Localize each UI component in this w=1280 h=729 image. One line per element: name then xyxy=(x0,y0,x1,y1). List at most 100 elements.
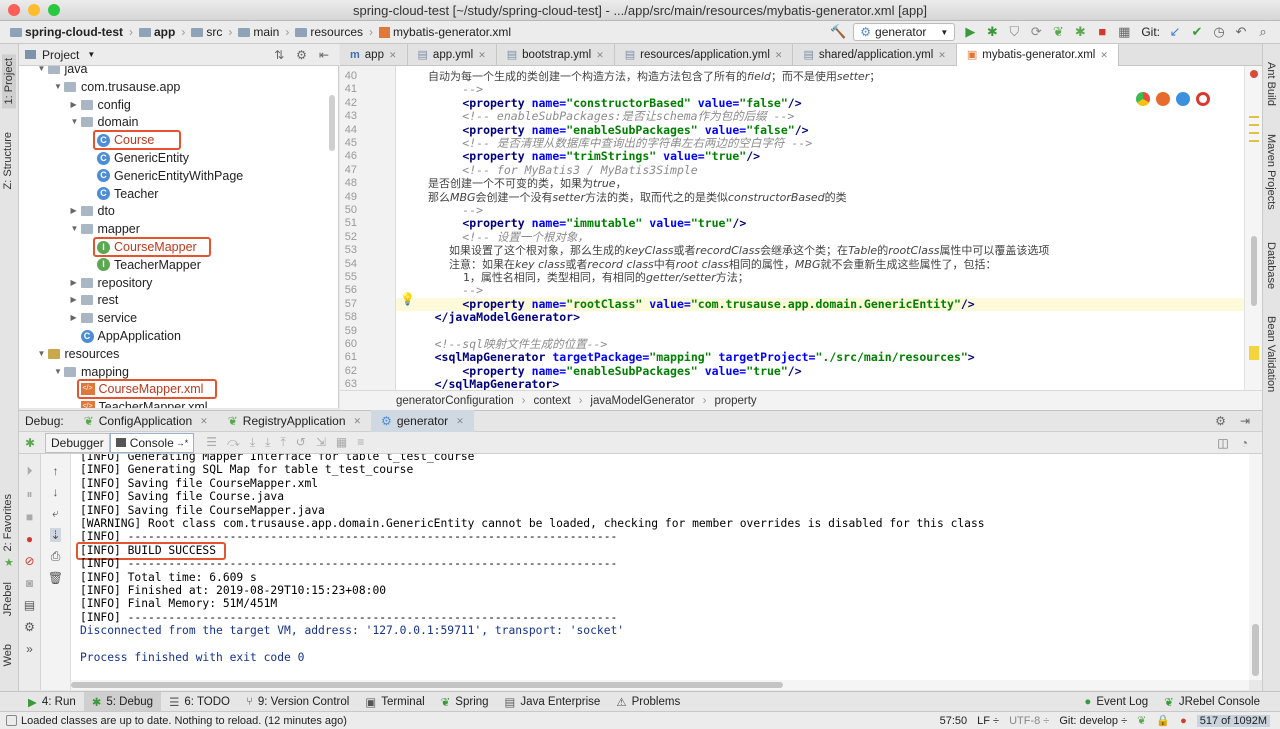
editor-tab[interactable]: ▤ shared/application.yml ✕ xyxy=(793,44,957,66)
settings-gear-icon[interactable]: ⚙ xyxy=(296,48,307,62)
print-icon[interactable]: ⎙ xyxy=(51,549,61,564)
error-icon[interactable]: ● xyxy=(1180,715,1187,727)
expanded-arrow-icon[interactable]: ▼ xyxy=(71,220,81,238)
collapsed-arrow-icon[interactable]: ▶ xyxy=(71,202,81,220)
run-config-select[interactable]: ⚙ generator ▼ xyxy=(853,23,956,41)
resume-icon[interactable]: ⏵ xyxy=(26,464,32,479)
console-horizontal-scrollbar[interactable] xyxy=(71,680,1249,690)
editor-tab[interactable]: ▣ mybatis-generator.xml ✕ xyxy=(956,44,1119,66)
git-branch[interactable]: Git: develop ÷ xyxy=(1059,715,1127,727)
run-to-cursor-icon[interactable]: ⇲ xyxy=(316,435,326,450)
structure-tool-tab[interactable]: Z: Structure xyxy=(2,132,14,189)
close-icon[interactable]: ✕ xyxy=(596,44,604,66)
tool-window-button[interactable]: ❦ JRebel Console xyxy=(1156,692,1268,712)
file-encoding[interactable]: UTF-8 ÷ xyxy=(1009,715,1049,727)
step-into-icon[interactable]: ⤓ xyxy=(250,435,255,450)
tool-window-button[interactable]: ⑂ 9: Version Control xyxy=(238,692,357,712)
git-history-icon[interactable]: ◷ xyxy=(1211,24,1227,40)
database-tool-tab[interactable]: Database xyxy=(1265,242,1277,289)
console-output[interactable]: [INFO] Generating Mapper Interface for t… xyxy=(71,454,1249,680)
evaluate-icon[interactable]: ▦ xyxy=(336,435,347,450)
breadcrumb-item[interactable]: mybatis-generator.xml xyxy=(375,25,515,39)
breadcrumb-item[interactable]: src xyxy=(187,25,226,39)
xml-breadcrumb-item[interactable]: generatorConfiguration xyxy=(396,395,514,407)
tool-window-button[interactable]: ▣ Terminal xyxy=(357,692,432,712)
tool-window-button[interactable]: ☰ 6: TODO xyxy=(161,692,238,712)
menu-icon[interactable]: ☰ xyxy=(206,435,217,450)
breadcrumb-item[interactable]: main xyxy=(234,25,283,39)
stop-icon[interactable]: ■ xyxy=(26,510,33,524)
more-icon[interactable]: » xyxy=(26,642,33,656)
breadcrumb-item[interactable]: spring-cloud-test xyxy=(6,25,127,39)
camera-icon[interactable]: ◙ xyxy=(26,576,33,590)
favorites-tool-tab[interactable]: 2: Favorites xyxy=(2,494,14,551)
xml-breadcrumb-item[interactable]: context xyxy=(533,395,570,407)
close-icon[interactable]: ✕ xyxy=(938,44,946,66)
debug-tab-generator[interactable]: ⚙ generator ✕ xyxy=(371,410,474,432)
project-tree-node[interactable]: </> TeacherMapper.xml xyxy=(71,398,208,408)
close-icon[interactable]: ✕ xyxy=(775,44,783,66)
xml-breadcrumb-item[interactable]: javaModelGenerator xyxy=(590,395,694,407)
stop-icon[interactable]: ■ xyxy=(1094,24,1110,40)
close-window-button[interactable] xyxy=(8,4,20,16)
coverage-icon[interactable]: ⛉ xyxy=(1006,24,1022,40)
editor-scrollbar[interactable] xyxy=(1244,66,1262,390)
trash-icon[interactable]: 🗑 xyxy=(48,571,63,585)
project-tree-node[interactable]: C GenericEntity xyxy=(87,149,189,167)
collapsed-arrow-icon[interactable]: ▶ xyxy=(71,96,81,114)
project-tree-node[interactable]: C AppApplication xyxy=(71,327,181,345)
collapsed-arrow-icon[interactable]: ▶ xyxy=(71,291,81,309)
editor-tab[interactable]: ▤ resources/application.yml ✕ xyxy=(615,44,794,66)
project-tree-node[interactable]: ▼ com.trusause.app xyxy=(54,78,180,96)
step-out-icon[interactable]: ⤒ xyxy=(280,435,285,450)
project-tree-node[interactable]: ▶ config xyxy=(71,96,131,114)
up-arrow-icon[interactable]: ↑ xyxy=(53,464,59,478)
settings-gear-icon[interactable]: ⚙ xyxy=(1215,414,1226,428)
project-tree-node[interactable]: ▼ mapper xyxy=(71,220,140,238)
console-subtab[interactable]: Console →* xyxy=(109,432,195,453)
ant-build-tool-tab[interactable]: Ant Build xyxy=(1265,62,1277,106)
expanded-arrow-icon[interactable]: ▼ xyxy=(38,345,48,363)
project-tool-tab[interactable]: 1: Project xyxy=(2,54,16,109)
project-tree-node[interactable]: ▶ rest xyxy=(71,291,119,309)
mute-breakpoints-icon[interactable]: ⊘ xyxy=(24,554,34,568)
hide-pane-icon[interactable]: ⇥ xyxy=(1240,414,1250,428)
close-icon[interactable]: ✕ xyxy=(354,416,362,427)
collapsed-arrow-icon[interactable]: ▶ xyxy=(71,309,81,327)
tool-window-button[interactable]: ▶ 4: Run xyxy=(20,692,84,712)
settings-gear-icon[interactable]: ⚙ xyxy=(24,620,35,634)
scroll-to-end-icon[interactable]: ⇣ xyxy=(50,528,61,542)
expanded-arrow-icon[interactable]: ▼ xyxy=(71,113,81,131)
git-commit-icon[interactable]: ✔ xyxy=(1189,24,1205,40)
project-tree-node[interactable]: I TeacherMapper xyxy=(87,256,201,274)
trace-icon[interactable]: ≡ xyxy=(357,435,364,450)
hide-pane-icon[interactable]: ⇤ xyxy=(319,48,329,62)
lock-icon[interactable]: 🔒 xyxy=(1156,714,1170,727)
search-everywhere-icon[interactable]: ⌕ xyxy=(1255,24,1271,40)
run-icon[interactable]: ▶ xyxy=(962,24,978,40)
close-icon[interactable]: ✕ xyxy=(478,44,486,66)
close-icon[interactable]: ✕ xyxy=(1100,44,1108,66)
editor-tab[interactable]: m app ✕ xyxy=(340,44,408,66)
close-icon[interactable]: ✕ xyxy=(456,416,464,427)
memory-indicator[interactable]: 517 of 1092M xyxy=(1196,714,1270,727)
editor-tab[interactable]: ▤ bootstrap.yml ✕ xyxy=(497,44,615,66)
project-tree-node[interactable]: ▼ mapping xyxy=(54,363,129,381)
collapsed-arrow-icon[interactable]: ▶ xyxy=(71,274,81,292)
down-arrow-icon[interactable]: ↓ xyxy=(53,485,59,499)
expanded-arrow-icon[interactable]: ▼ xyxy=(38,66,48,78)
error-indicator-icon[interactable] xyxy=(1250,70,1258,78)
pause-icon[interactable]: ⏸ xyxy=(26,487,32,502)
project-tree-node[interactable]: ▶ repository xyxy=(71,274,153,292)
tool-window-button[interactable]: ⚠ Problems xyxy=(608,692,688,712)
sdk-icon[interactable]: ▦ xyxy=(1116,24,1132,40)
star-icon[interactable]: ★ xyxy=(4,556,14,569)
tool-window-button[interactable]: ● Event Log xyxy=(1076,692,1156,712)
bean-validation-tool-tab[interactable]: Bean Validation xyxy=(1265,316,1277,392)
profile-icon[interactable]: ⟳ xyxy=(1028,24,1044,40)
status-toggle-icon[interactable] xyxy=(6,715,17,726)
rerun-icon[interactable]: ✱ xyxy=(19,436,41,450)
line-separator[interactable]: LF ÷ xyxy=(977,715,999,727)
tool-window-button[interactable]: ▤ Java Enterprise xyxy=(497,692,609,712)
layout-grid-icon[interactable]: ▤ xyxy=(24,598,35,612)
